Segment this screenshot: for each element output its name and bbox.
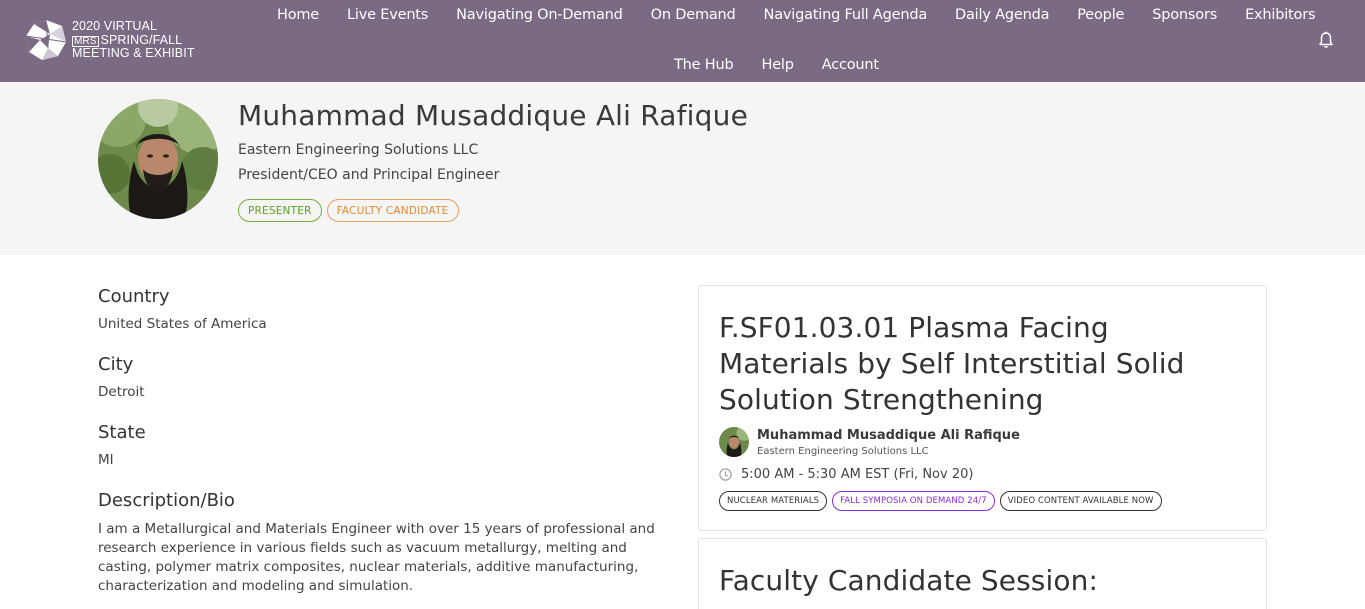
bio-label: Description/Bio [98, 490, 235, 511]
logo-line-2: MRS SPRING/FALL [72, 32, 195, 48]
nav-the-hub[interactable]: The Hub [674, 56, 734, 74]
logo-mark-icon [25, 19, 67, 60]
session-title[interactable]: Faculty Candidate Session: [719, 563, 1239, 599]
nav-navigating-on-demand[interactable]: Navigating On-Demand [456, 6, 623, 24]
session-presenter[interactable]: Muhammad Musaddique Ali Rafique Eastern … [719, 427, 1119, 459]
city-label: City [98, 354, 134, 375]
presenter-avatar [719, 427, 749, 457]
tag-video-content-available[interactable]: VIDEO CONTENT AVAILABLE NOW [999, 491, 1162, 511]
session-card[interactable]: Faculty Candidate Session: [698, 538, 1267, 609]
tag-nuclear-materials[interactable]: NUCLEAR MATERIALS [719, 491, 828, 511]
clock-icon [719, 468, 732, 481]
nav-home[interactable]: Home [277, 6, 319, 24]
main-nav-row-1: Home Live Events Navigating On-Demand On… [277, 6, 1343, 24]
country-value: United States of America [98, 316, 267, 332]
logo-text: 2020 VIRTUAL MRS SPRING/FALL MEETING & EX… [72, 19, 195, 61]
logo-mrs: MRS [72, 35, 99, 47]
nav-navigating-full-agenda[interactable]: Navigating Full Agenda [764, 6, 928, 24]
profile-badges: PRESENTER FACULTY CANDIDATE [238, 199, 459, 222]
presenter-badge: PRESENTER [238, 199, 322, 222]
profile-company: Eastern Engineering Solutions LLC [238, 142, 479, 158]
profile-role: President/CEO and Principal Engineer [238, 167, 500, 183]
logo-spring-fall: SPRING/FALL [100, 32, 183, 47]
session-time: 5:00 AM - 5:30 AM EST (Fri, Nov 20) [719, 467, 973, 482]
nav-help[interactable]: Help [761, 56, 793, 74]
nav-account[interactable]: Account [822, 56, 879, 74]
bio-text: I am a Metallurgical and Materials Engin… [98, 521, 655, 594]
nav-exhibitors[interactable]: Exhibitors [1245, 6, 1315, 24]
tag-fall-symposia-on-demand[interactable]: FALL SYMPOSIA ON DEMAND 24/7 [832, 491, 995, 511]
mrs-logo[interactable]: 2020 VIRTUAL MRS SPRING/FALL MEETING & EX… [24, 18, 204, 64]
profile-avatar [98, 99, 218, 219]
state-value: MI [98, 452, 114, 468]
session-tags: NUCLEAR MATERIALS FALL SYMPOSIA ON DEMAN… [719, 491, 1162, 511]
nav-sponsors[interactable]: Sponsors [1152, 6, 1217, 24]
presenter-name: Muhammad Musaddique Ali Rafique [757, 428, 1020, 443]
nav-daily-agenda[interactable]: Daily Agenda [955, 6, 1049, 24]
nav-on-demand[interactable]: On Demand [651, 6, 736, 24]
profile-details: Country United States of America City De… [98, 286, 678, 596]
city-value: Detroit [98, 384, 145, 400]
profile-header: Muhammad Musaddique Ali Rafique Eastern … [0, 82, 1365, 255]
logo-line-1: 2020 VIRTUAL [72, 19, 158, 33]
nav-people[interactable]: People [1077, 6, 1124, 24]
main-nav-row-2: The Hub Help Account [674, 56, 907, 74]
session-time-text: 5:00 AM - 5:30 AM EST (Fri, Nov 20) [741, 467, 974, 482]
nav-live-events[interactable]: Live Events [347, 6, 428, 24]
state-label: State [98, 422, 146, 443]
bell-icon[interactable] [1318, 31, 1334, 49]
top-navigation-bar: 2020 VIRTUAL MRS SPRING/FALL MEETING & EX… [0, 0, 1365, 82]
presenter-company: Eastern Engineering Solutions LLC [757, 446, 929, 457]
session-card[interactable]: F.SF01.03.01 Plasma Facing Materials by … [698, 285, 1267, 531]
faculty-candidate-badge: FACULTY CANDIDATE [326, 199, 459, 222]
logo-line-3: MEETING & EXHIBIT [72, 46, 195, 60]
country-label: Country [98, 286, 170, 307]
session-title[interactable]: F.SF01.03.01 Plasma Facing Materials by … [719, 310, 1239, 418]
profile-name: Muhammad Musaddique Ali Rafique [238, 99, 749, 132]
